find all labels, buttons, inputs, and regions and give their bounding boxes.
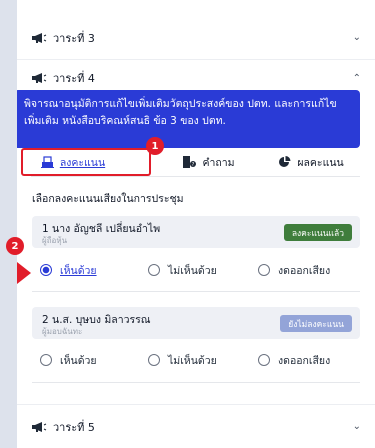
svg-text:?: ? — [192, 162, 195, 168]
option-disapprove[interactable]: ไม่เห็นด้วย — [148, 350, 217, 370]
tab-questions-label: คำถาม — [202, 156, 235, 169]
radio-selected[interactable] — [40, 264, 52, 276]
option-abstain[interactable]: งดออกเสียง — [258, 260, 330, 280]
option-approve[interactable]: เห็นด้วย — [40, 260, 97, 280]
option-label: เห็นด้วย — [60, 264, 97, 277]
tab-divider — [31, 176, 360, 177]
option-label: ไม่เห็นด้วย — [168, 354, 217, 367]
agenda-5-header[interactable]: วาระที่ 5 ⌄ — [17, 404, 375, 448]
voter-role: ผู้มอบฉันทะ — [42, 327, 83, 336]
radio[interactable] — [148, 354, 160, 366]
agenda-5-title: วาระที่ 5 — [53, 420, 95, 434]
voter-card: 1 นาง อัญชลี เปลี่ยนอำไพ ผู้ถือหุ้น ลงคะ… — [32, 216, 360, 248]
agenda-3-title: วาระที่ 3 — [53, 31, 95, 45]
tab-questions[interactable]: ? คำถาม — [167, 149, 251, 175]
chevron-down-icon[interactable]: ⌄ — [353, 421, 361, 432]
pointer-arrow — [17, 262, 31, 284]
option-label: งดออกเสียง — [278, 264, 331, 277]
agenda-4-title: วาระที่ 4 — [53, 72, 95, 85]
step-marker-2: 2 — [6, 237, 24, 255]
tab-results-label: ผลคะแนน — [297, 156, 344, 169]
vote-options: เห็นด้วย ไม่เห็นด้วย งดออกเสียง — [40, 350, 360, 370]
voter-card: 2 น.ส. บุษบง มิลาวรรณ ผู้มอบฉันทะ ยังไม่… — [32, 307, 360, 339]
divider — [32, 291, 360, 292]
divider — [32, 382, 360, 383]
step-marker-1: 1 — [146, 137, 164, 155]
option-label: ไม่เห็นด้วย — [168, 264, 217, 277]
radio[interactable] — [148, 264, 160, 276]
highlight-box — [21, 148, 151, 176]
question-icon: ? — [183, 156, 197, 168]
megaphone-icon — [32, 73, 47, 83]
radio[interactable] — [258, 354, 270, 366]
status-badge: ยังไม่ลงคะแนน — [280, 315, 352, 332]
megaphone-icon — [32, 421, 47, 432]
section-title: เลือกลงคะแนนเสียงในการประชุม — [32, 193, 184, 205]
option-approve[interactable]: เห็นด้วย — [40, 350, 97, 370]
megaphone-icon — [32, 32, 47, 43]
radio[interactable] — [258, 264, 270, 276]
radio[interactable] — [40, 354, 52, 366]
tab-results[interactable]: ผลคะแนน — [259, 149, 363, 175]
voter-role: ผู้ถือหุ้น — [42, 236, 68, 245]
chevron-down-icon[interactable]: ⌄ — [353, 32, 361, 43]
status-badge: ลงคะแนนแล้ว — [283, 224, 352, 241]
option-label: เห็นด้วย — [60, 354, 97, 367]
option-label: งดออกเสียง — [278, 354, 331, 367]
chevron-up-icon[interactable]: ⌃ — [353, 73, 361, 84]
pie-chart-icon — [279, 156, 291, 167]
agenda-3-header[interactable]: วาระที่ 3 ⌄ — [17, 16, 375, 60]
agenda-description-banner: พิจารณาอนุมัติการแก้ไขเพิ่มเติมวัตถุประส… — [17, 90, 360, 148]
option-abstain[interactable]: งดออกเสียง — [258, 350, 330, 370]
vote-options: เห็นด้วย ไม่เห็นด้วย งดออกเสียง — [40, 260, 360, 280]
option-disapprove[interactable]: ไม่เห็นด้วย — [148, 260, 217, 280]
